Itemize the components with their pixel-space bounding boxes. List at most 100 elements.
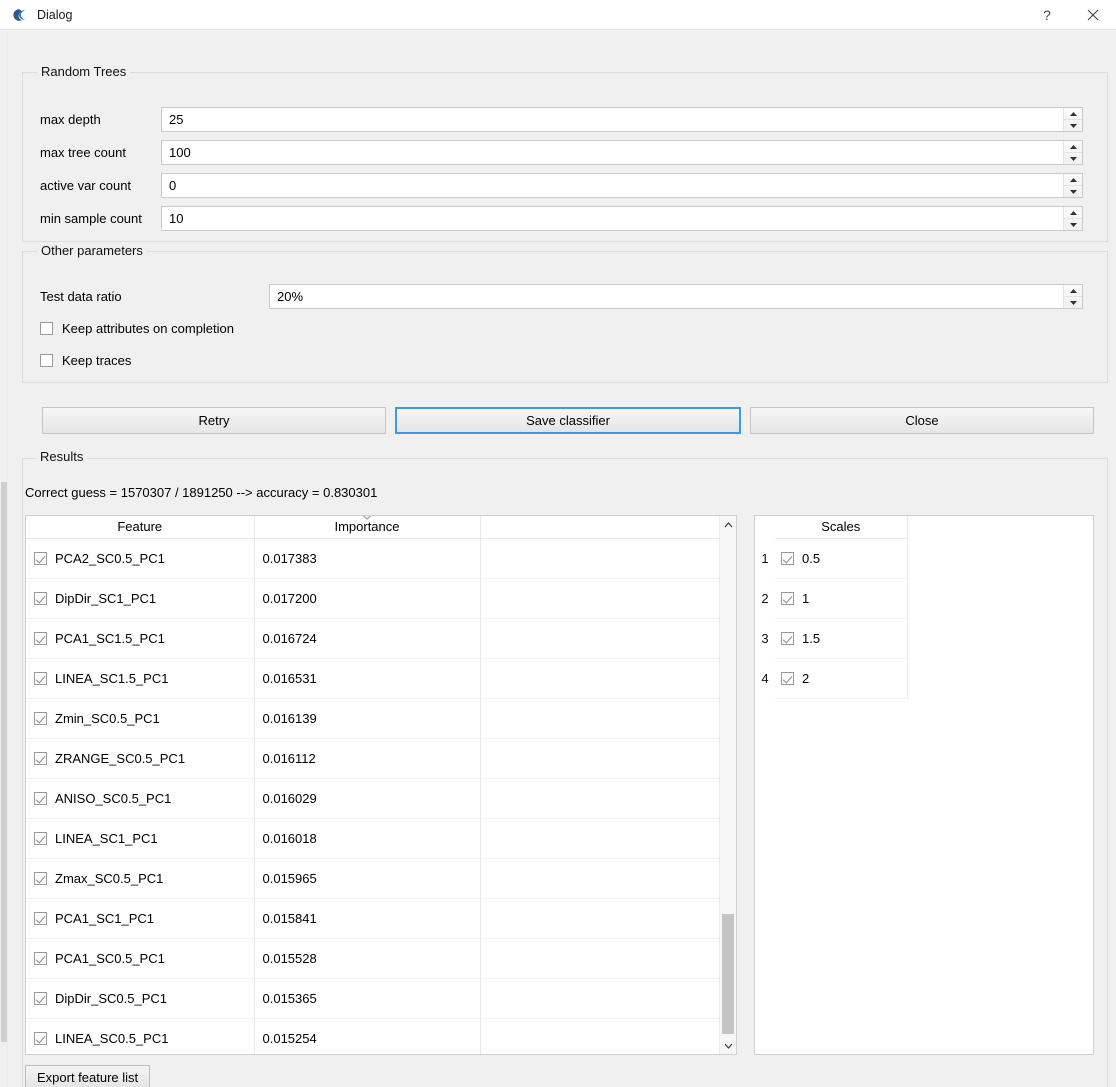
- export-feature-list-button[interactable]: Export feature list: [25, 1065, 150, 1087]
- active-var-count-spinbox[interactable]: 0: [161, 173, 1083, 198]
- feature-checkbox[interactable]: [34, 752, 47, 765]
- importance-cell[interactable]: 0.017383: [254, 538, 480, 578]
- list-item[interactable]: 42: [755, 658, 907, 698]
- feature-cell[interactable]: DipDir_SC0.5_PC1: [26, 978, 254, 1018]
- spin-down-icon[interactable]: [1064, 153, 1082, 164]
- spin-up-icon[interactable]: [1064, 285, 1082, 297]
- scales-column-header[interactable]: Scales: [775, 516, 907, 538]
- spin-up-icon[interactable]: [1064, 207, 1082, 219]
- table-row[interactable]: LINEA_SC0.5_PC10.015254: [26, 1018, 719, 1054]
- feature-cell[interactable]: LINEA_SC0.5_PC1: [26, 1018, 254, 1054]
- scale-cell[interactable]: 1: [775, 578, 907, 618]
- dialog-vertical-scrollbar[interactable]: [0, 30, 8, 1087]
- spin-up-icon[interactable]: [1064, 174, 1082, 186]
- feature-cell[interactable]: PCA2_SC0.5_PC1: [26, 538, 254, 578]
- table-row[interactable]: PCA1_SC1_PC10.015841: [26, 898, 719, 938]
- min-sample-count-value[interactable]: 10: [162, 211, 1063, 226]
- close-button[interactable]: [1070, 0, 1116, 30]
- importance-column-header[interactable]: Importance: [254, 516, 480, 538]
- list-item[interactable]: 10.5: [755, 538, 907, 578]
- keep-attributes-checkbox-row[interactable]: Keep attributes on completion: [40, 319, 234, 337]
- active-var-count-value[interactable]: 0: [162, 178, 1063, 193]
- importance-cell[interactable]: 0.015528: [254, 938, 480, 978]
- retry-button[interactable]: Retry: [42, 407, 386, 434]
- feature-checkbox[interactable]: [34, 712, 47, 725]
- feature-checkbox[interactable]: [34, 552, 47, 565]
- importance-cell[interactable]: 0.015254: [254, 1018, 480, 1054]
- spin-down-icon[interactable]: [1064, 297, 1082, 308]
- scale-cell[interactable]: 1.5: [775, 618, 907, 658]
- max-tree-count-stepper[interactable]: [1063, 141, 1082, 164]
- feature-cell[interactable]: LINEA_SC1_PC1: [26, 818, 254, 858]
- feature-checkbox[interactable]: [34, 632, 47, 645]
- feature-cell[interactable]: PCA1_SC1_PC1: [26, 898, 254, 938]
- max-depth-spinbox[interactable]: 25: [161, 107, 1083, 132]
- feature-table-scrollbar[interactable]: [719, 516, 736, 1054]
- feature-cell[interactable]: LINEA_SC1.5_PC1: [26, 658, 254, 698]
- feature-cell[interactable]: Zmax_SC0.5_PC1: [26, 858, 254, 898]
- feature-checkbox[interactable]: [34, 792, 47, 805]
- spin-down-icon[interactable]: [1064, 120, 1082, 131]
- feature-checkbox[interactable]: [34, 912, 47, 925]
- close-dialog-button[interactable]: Close: [750, 407, 1094, 434]
- feature-column-header[interactable]: Feature: [26, 516, 254, 538]
- min-sample-count-spinbox[interactable]: 10: [161, 206, 1083, 231]
- test-data-ratio-spinbox[interactable]: 20%: [269, 284, 1083, 309]
- importance-cell[interactable]: 0.016018: [254, 818, 480, 858]
- feature-table-scrollbar-thumb[interactable]: [722, 914, 734, 1034]
- importance-cell[interactable]: 0.016112: [254, 738, 480, 778]
- importance-cell[interactable]: 0.016029: [254, 778, 480, 818]
- scroll-down-icon[interactable]: [720, 1037, 736, 1054]
- importance-cell[interactable]: 0.016724: [254, 618, 480, 658]
- table-row[interactable]: PCA1_SC0.5_PC10.015528: [26, 938, 719, 978]
- table-row[interactable]: LINEA_SC1_PC10.016018: [26, 818, 719, 858]
- min-sample-count-stepper[interactable]: [1063, 207, 1082, 230]
- scale-cell[interactable]: 2: [775, 658, 907, 698]
- feature-checkbox[interactable]: [34, 592, 47, 605]
- keep-attributes-checkbox[interactable]: [40, 322, 53, 335]
- table-row[interactable]: LINEA_SC1.5_PC10.016531: [26, 658, 719, 698]
- max-depth-stepper[interactable]: [1063, 108, 1082, 131]
- dialog-scrollbar-thumb[interactable]: [1, 482, 7, 1042]
- scale-checkbox[interactable]: [781, 632, 794, 645]
- table-row[interactable]: PCA2_SC0.5_PC10.017383: [26, 538, 719, 578]
- feature-checkbox[interactable]: [34, 872, 47, 885]
- spin-down-icon[interactable]: [1064, 186, 1082, 197]
- table-row[interactable]: PCA1_SC1.5_PC10.016724: [26, 618, 719, 658]
- scale-checkbox[interactable]: [781, 672, 794, 685]
- importance-cell[interactable]: 0.017200: [254, 578, 480, 618]
- feature-cell[interactable]: PCA1_SC0.5_PC1: [26, 938, 254, 978]
- test-data-ratio-stepper[interactable]: [1063, 285, 1082, 308]
- feature-cell[interactable]: Zmin_SC0.5_PC1: [26, 698, 254, 738]
- list-item[interactable]: 21: [755, 578, 907, 618]
- table-row[interactable]: ZRANGE_SC0.5_PC10.016112: [26, 738, 719, 778]
- scroll-up-icon[interactable]: [720, 516, 736, 533]
- spin-up-icon[interactable]: [1064, 108, 1082, 120]
- importance-cell[interactable]: 0.015841: [254, 898, 480, 938]
- table-row[interactable]: DipDir_SC0.5_PC10.015365: [26, 978, 719, 1018]
- keep-traces-checkbox-row[interactable]: Keep traces: [40, 351, 131, 369]
- max-tree-count-value[interactable]: 100: [162, 145, 1063, 160]
- feature-checkbox[interactable]: [34, 952, 47, 965]
- feature-checkbox[interactable]: [34, 1032, 47, 1045]
- feature-cell[interactable]: DipDir_SC1_PC1: [26, 578, 254, 618]
- list-item[interactable]: 31.5: [755, 618, 907, 658]
- scale-checkbox[interactable]: [781, 592, 794, 605]
- max-tree-count-spinbox[interactable]: 100: [161, 140, 1083, 165]
- keep-traces-checkbox[interactable]: [40, 354, 53, 367]
- importance-cell[interactable]: 0.015365: [254, 978, 480, 1018]
- importance-cell[interactable]: 0.016139: [254, 698, 480, 738]
- scale-checkbox[interactable]: [781, 552, 794, 565]
- feature-cell[interactable]: ANISO_SC0.5_PC1: [26, 778, 254, 818]
- feature-checkbox[interactable]: [34, 672, 47, 685]
- importance-cell[interactable]: 0.016531: [254, 658, 480, 698]
- table-row[interactable]: Zmin_SC0.5_PC10.016139: [26, 698, 719, 738]
- feature-checkbox[interactable]: [34, 992, 47, 1005]
- table-row[interactable]: DipDir_SC1_PC10.017200: [26, 578, 719, 618]
- scale-cell[interactable]: 0.5: [775, 538, 907, 578]
- feature-cell[interactable]: ZRANGE_SC0.5_PC1: [26, 738, 254, 778]
- table-row[interactable]: ANISO_SC0.5_PC10.016029: [26, 778, 719, 818]
- max-depth-value[interactable]: 25: [162, 112, 1063, 127]
- table-row[interactable]: Zmax_SC0.5_PC10.015965: [26, 858, 719, 898]
- feature-cell[interactable]: PCA1_SC1.5_PC1: [26, 618, 254, 658]
